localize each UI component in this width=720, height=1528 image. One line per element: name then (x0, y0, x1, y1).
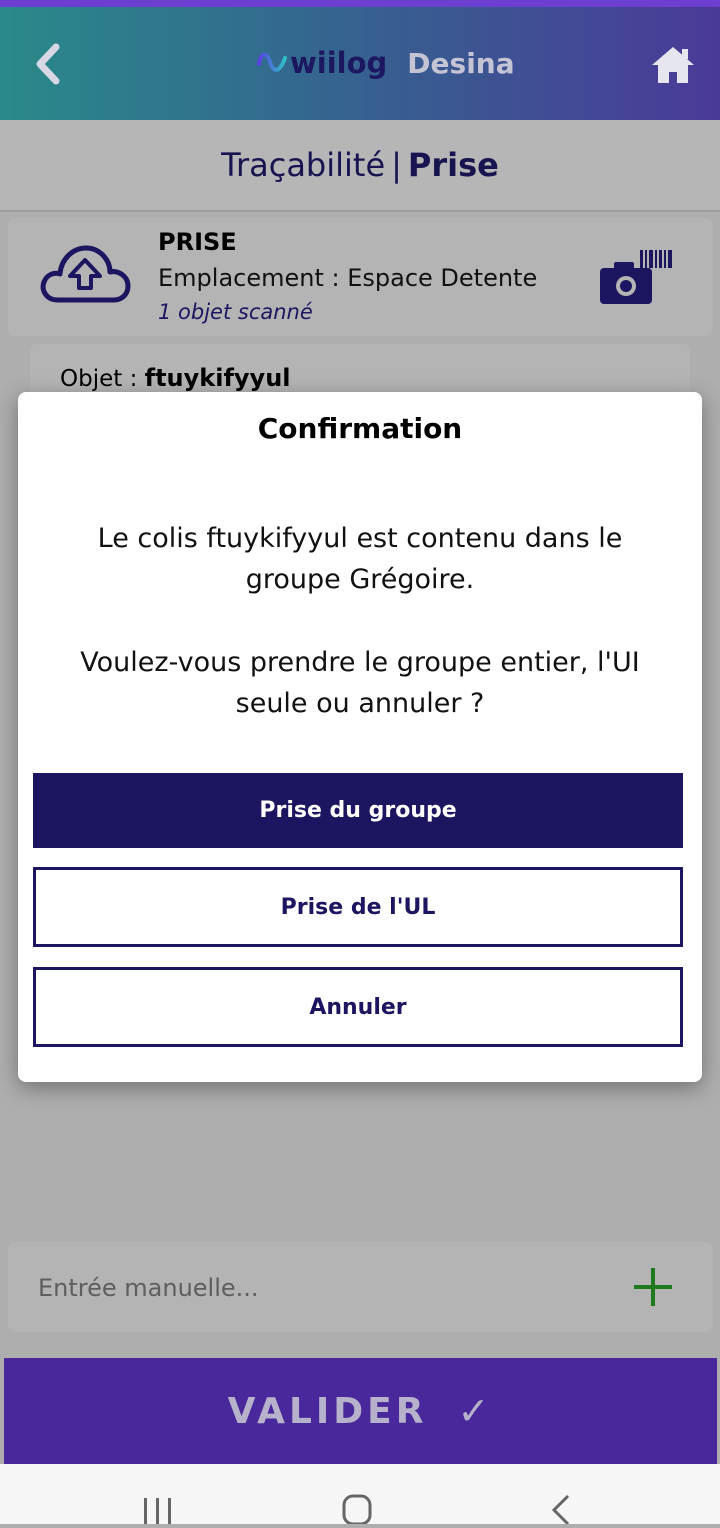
home-button[interactable] (650, 43, 696, 87)
title-separator: | (391, 146, 402, 184)
dialog-question: Voulez-vous prendre le groupe entier, l'… (80, 647, 640, 719)
scan-button[interactable] (600, 248, 674, 304)
camera-barcode-icon (600, 250, 672, 304)
page-title: Traçabilité | Prise (0, 120, 720, 212)
back-icon (551, 1494, 570, 1526)
cloud-upload-button[interactable] (38, 238, 132, 308)
title-mode: Prise (407, 146, 499, 184)
system-back-button[interactable] (548, 1492, 574, 1526)
validate-label: VALIDER (227, 1390, 428, 1432)
recent-apps-button[interactable] (138, 1494, 178, 1524)
dialog-title: Confirmation (257, 412, 463, 445)
dialog-message: Le colis ftuykifyyul est contenu dans le… (97, 523, 623, 595)
app-header: wiilog Desina (0, 7, 720, 120)
recent-apps-icon (144, 1498, 171, 1524)
status-accent-bar (0, 0, 720, 7)
brand: wiilog Desina (256, 41, 515, 85)
object-label-text: Objet : (60, 366, 145, 392)
validate-button[interactable]: VALIDER ✓ (4, 1358, 717, 1464)
take-group-button[interactable]: Prise du groupe (33, 773, 683, 848)
summary-title: PRISE (158, 228, 237, 256)
manual-entry-bar (8, 1242, 713, 1332)
summary-card: PRISE Emplacement : Espace Detente 1 obj… (8, 218, 713, 336)
take-ul-button[interactable]: Prise de l'UL (33, 867, 683, 947)
check-icon: ✓ (457, 1389, 494, 1433)
add-button[interactable] (632, 1266, 674, 1308)
summary-count: 1 objet scanné (158, 300, 313, 324)
object-label: Objet : ftuykifyyul (60, 364, 291, 392)
logo-text: wiilog (290, 46, 388, 80)
system-nav-bar (0, 1464, 720, 1526)
title-section: Traçabilité (221, 146, 386, 184)
cloud-upload-icon (40, 245, 131, 303)
system-home-button[interactable] (340, 1492, 374, 1526)
plus-icon (634, 1268, 672, 1306)
home-circle-icon (342, 1494, 372, 1526)
wave-logo-icon (257, 52, 287, 72)
object-value: ftuykifyyul (144, 364, 291, 392)
home-icon (652, 47, 694, 83)
manual-entry-input[interactable] (36, 1264, 600, 1312)
cancel-button[interactable]: Annuler (33, 967, 683, 1047)
chevron-left-icon (36, 43, 60, 85)
confirmation-dialog: Confirmation Le colis ftuykifyyul est co… (18, 392, 702, 1082)
wiilog-logo: wiilog (256, 46, 387, 80)
summary-location: Emplacement : Espace Detente (158, 264, 538, 292)
back-button[interactable] (28, 41, 68, 87)
site-name: Desina (407, 46, 515, 80)
